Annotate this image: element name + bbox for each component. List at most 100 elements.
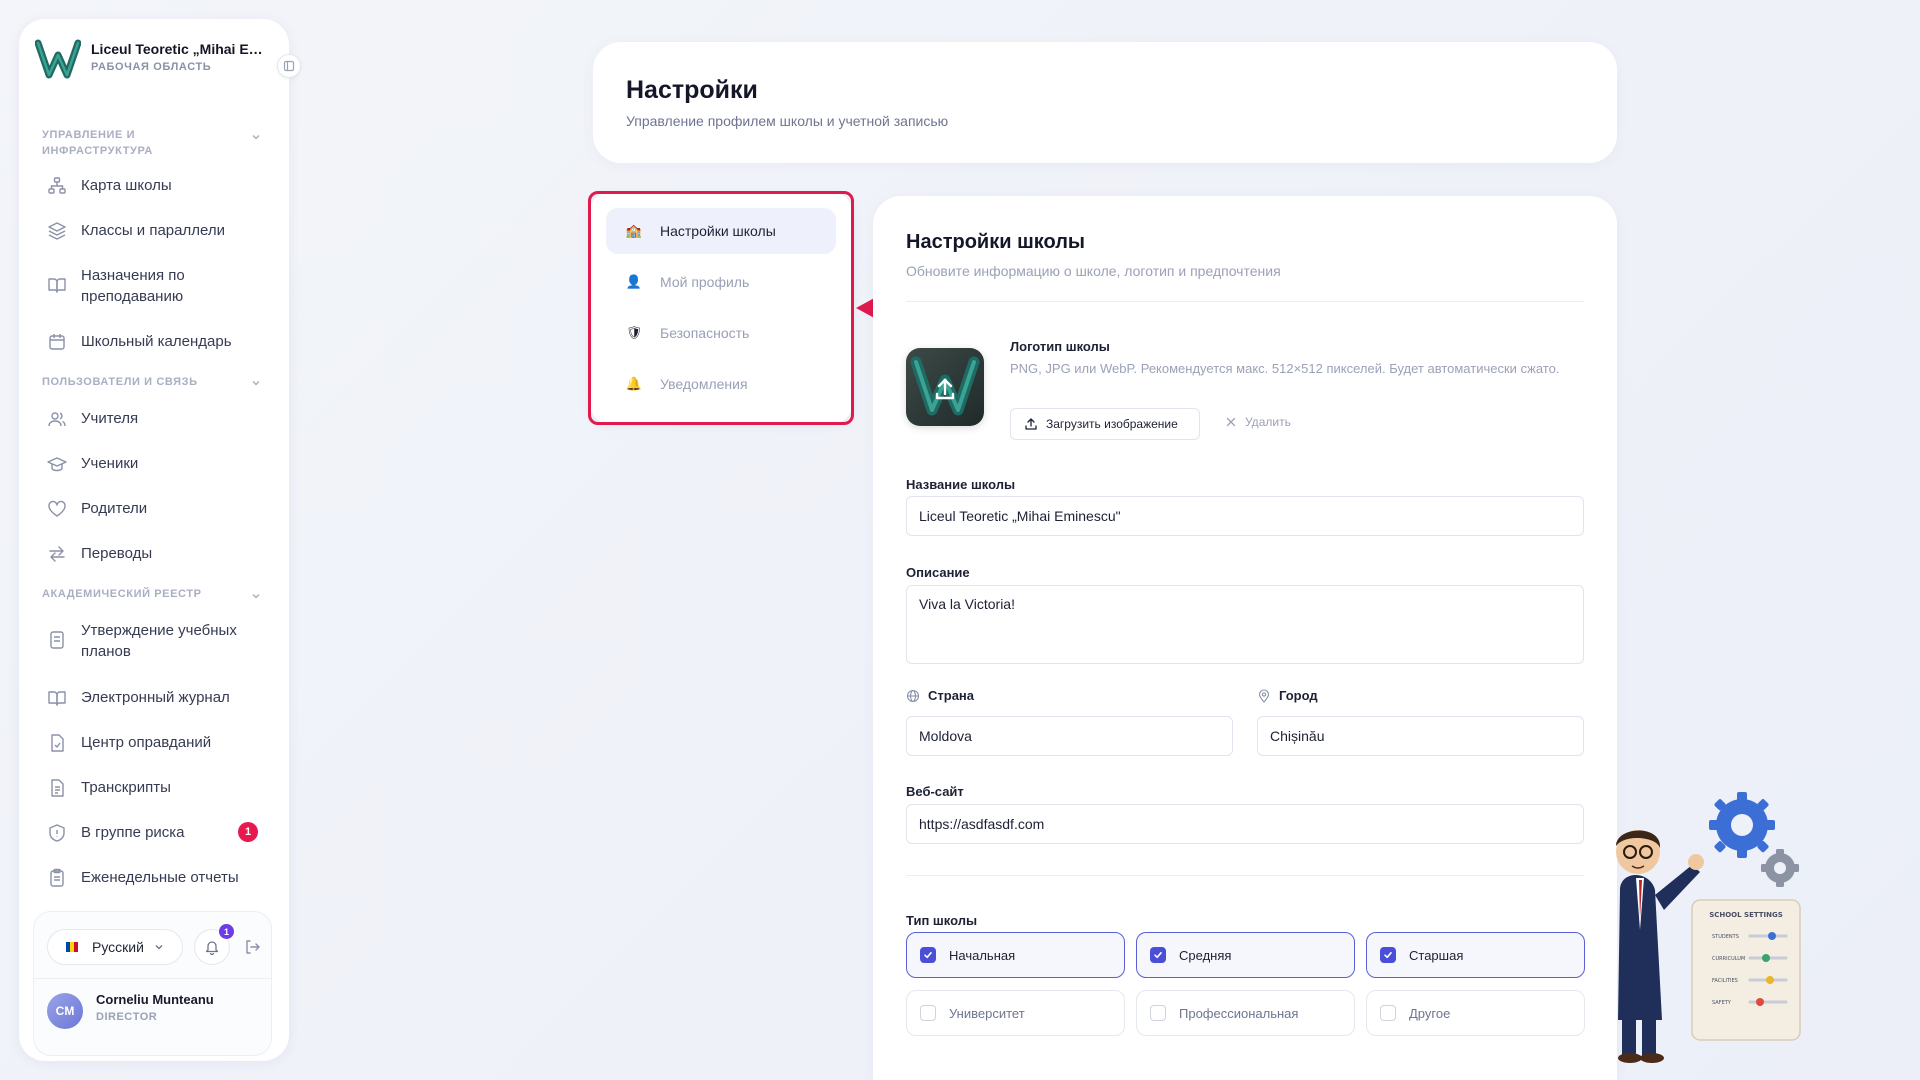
sidebar-item-students[interactable]: Ученики <box>47 453 269 474</box>
checkbox-checked[interactable] <box>1150 947 1166 963</box>
school-name-input[interactable]: Liceul Teoretic „Mihai Eminescu" <box>906 496 1584 536</box>
sidebar-item-classes[interactable]: Классы и параллели <box>47 220 269 241</box>
city-label: Город <box>1257 688 1318 703</box>
school-settings-card: Настройки школы Обновите информацию о шк… <box>873 196 1617 1080</box>
sidebar-item-transcripts[interactable]: Транскрипты <box>47 777 269 798</box>
settings-board: SCHOOL SETTINGS STUDENTS CURRICULUM FACI… <box>1691 899 1801 1041</box>
logo-label: Логотип школы <box>1010 339 1110 354</box>
sidebar-item-label: Учителя <box>81 410 139 427</box>
svg-text:FACILITIES: FACILITIES <box>1712 978 1738 984</box>
sidebar-collapse-button[interactable] <box>277 54 301 78</box>
sidebar-item-label: Назначения по преподаванию <box>81 267 185 305</box>
chevron-down-icon[interactable] <box>250 131 262 143</box>
transfer-arrows-icon <box>49 546 65 562</box>
workspace-header[interactable]: Liceul Teoretic „Mihai Emi... РАБОЧАЯ ОБ… <box>35 37 275 81</box>
sitemap-icon <box>48 177 66 194</box>
school-type-university[interactable]: Университет <box>906 990 1125 1036</box>
school-name-label: Название школы <box>906 477 1016 492</box>
school-type-high[interactable]: Старшая <box>1366 932 1585 978</box>
school-logo-preview[interactable] <box>906 348 984 426</box>
bell-icon <box>205 941 219 955</box>
school-type-label: Тип школы <box>906 913 978 928</box>
city-input[interactable]: Chișinău <box>1257 716 1584 756</box>
mascot-person <box>1616 830 1704 1063</box>
country-input[interactable]: Moldova <box>906 716 1233 756</box>
gear-small-icon <box>1761 849 1799 887</box>
sidebar-toggle-icon <box>283 60 295 72</box>
checkbox-unchecked[interactable] <box>1380 1005 1396 1021</box>
page-header: Настройки Управление профилем школы и уч… <box>593 42 1617 163</box>
school-type-middle[interactable]: Средняя <box>1136 932 1355 978</box>
section-header-management[interactable]: УПРАВЛЕНИЕ И ИНФРАСТРУКТУРА <box>42 127 242 159</box>
sidebar-item-label: Центр оправданий <box>81 734 212 751</box>
sidebar-item-label: Переводы <box>81 545 153 562</box>
globe-icon <box>906 689 920 702</box>
chevron-down-icon[interactable] <box>250 377 262 389</box>
file-check-icon <box>51 734 64 752</box>
sidebar-item-parents[interactable]: Родители <box>47 498 269 519</box>
sidebar: Liceul Teoretic „Mihai Emi... РАБОЧАЯ ОБ… <box>19 19 289 1061</box>
svg-text:SCHOOL SETTINGS: SCHOOL SETTINGS <box>1709 911 1783 919</box>
close-icon <box>1226 417 1236 427</box>
sidebar-item-transfers[interactable]: Переводы <box>47 543 269 564</box>
calendar-icon <box>49 334 65 350</box>
school-type-other[interactable]: Другое <box>1366 990 1585 1036</box>
sidebar-item-curriculum-approval[interactable]: Утверждение учебных планов <box>47 620 269 662</box>
description-textarea[interactable]: Viva la Victoria! <box>906 585 1584 664</box>
journal-icon <box>48 691 66 706</box>
school-type-primary[interactable]: Начальная <box>906 932 1125 978</box>
section-header-academic[interactable]: АКАДЕМИЧЕСКИЙ РЕЕСТР <box>42 586 242 602</box>
map-pin-icon <box>1258 688 1270 703</box>
delete-logo-button[interactable]: Удалить <box>1225 415 1291 429</box>
avatar[interactable]: CM <box>47 993 83 1029</box>
sidebar-nav[interactable]: УПРАВЛЕНИЕ И ИНФРАСТРУКТУРА Карта школы … <box>19 109 289 904</box>
language-selector[interactable]: Русский <box>47 929 183 965</box>
sidebar-item-at-risk[interactable]: В группе риска <box>47 822 269 843</box>
sidebar-item-excuses-center[interactable]: Центр оправданий <box>47 732 269 753</box>
sidebar-item-weekly-reports[interactable]: Еженедельные отчеты <box>47 867 269 888</box>
checkbox-checked[interactable] <box>1380 947 1396 963</box>
language-label: Русский <box>92 939 144 955</box>
delete-label: Удалить <box>1245 415 1291 429</box>
checkbox-unchecked[interactable] <box>920 1005 936 1021</box>
sidebar-item-teachers[interactable]: Учителя <box>47 408 269 429</box>
sidebar-item-label: Карта школы <box>81 177 172 194</box>
upload-image-button[interactable]: Загрузить изображение <box>1010 408 1200 440</box>
country-label-text: Страна <box>928 688 975 703</box>
option-label: Профессиональная <box>1179 1005 1299 1021</box>
chevron-down-icon[interactable] <box>250 590 262 602</box>
option-label: Средняя <box>1179 947 1232 963</box>
scroll-fade <box>19 889 289 904</box>
mascot-illustration: SCHOOL SETTINGS STUDENTS CURRICULUM FACI… <box>1616 792 1801 1063</box>
website-input[interactable]: https://asdfasdf.com <box>906 804 1584 844</box>
sidebar-item-school-calendar[interactable]: Школьный календарь <box>47 331 269 352</box>
school-logo-icon <box>35 39 81 79</box>
logout-icon[interactable] <box>243 938 261 956</box>
city-label-text: Город <box>1279 688 1318 703</box>
sidebar-item-e-journal[interactable]: Электронный журнал <box>47 687 269 708</box>
check-icon <box>924 952 932 959</box>
layers-icon <box>48 222 66 240</box>
option-label: Начальная <box>949 947 1016 963</box>
chevron-down-icon <box>155 945 163 950</box>
svg-text:CURRICULUM: CURRICULUM <box>1712 956 1745 962</box>
section-header-users[interactable]: ПОЛЬЗОВАТЕЛИ И СВЯЗЬ <box>42 374 242 390</box>
svg-text:STUDENTS: STUDENTS <box>1712 934 1739 940</box>
svg-text:SAFETY: SAFETY <box>1712 1000 1732 1006</box>
checkbox-unchecked[interactable] <box>1150 1005 1166 1021</box>
users-icon <box>48 412 66 427</box>
sidebar-item-school-map[interactable]: Карта школы <box>47 175 269 196</box>
checkbox-checked[interactable] <box>920 947 936 963</box>
document-check-icon <box>50 631 64 649</box>
school-type-vocational[interactable]: Профессиональная <box>1136 990 1355 1036</box>
sidebar-item-label: Школьный календарь <box>81 333 232 350</box>
sidebar-item-teaching-assignments[interactable]: Назначения по преподаванию <box>47 265 269 307</box>
shield-alert-icon <box>49 824 65 842</box>
school-logo-icon <box>910 356 980 416</box>
upload-label: Загрузить изображение <box>1046 417 1178 431</box>
notifications-button[interactable]: 1 <box>194 924 234 965</box>
open-book-icon <box>48 278 66 293</box>
country-label: Страна <box>906 688 974 703</box>
sidebar-item-label: Утверждение учебных планов <box>81 622 237 660</box>
divider <box>906 301 1584 302</box>
